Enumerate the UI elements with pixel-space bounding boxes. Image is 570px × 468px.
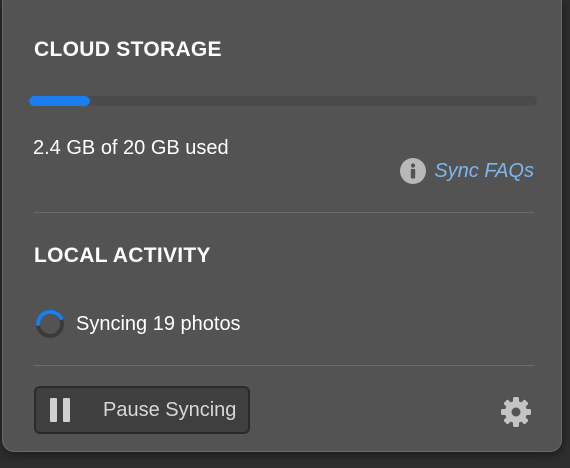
sync-status-popover: CLOUD STORAGE 2.4 GB of 20 GB used Sync … [2, 0, 562, 452]
sync-status-row: Syncing 19 photos [34, 308, 241, 340]
sync-faqs-link[interactable]: Sync FAQs [400, 158, 534, 184]
settings-gear-button[interactable] [499, 395, 533, 429]
storage-progress-fill [29, 96, 90, 106]
info-icon [400, 158, 427, 184]
cloud-storage-title: CLOUD STORAGE [34, 38, 222, 61]
footer-divider [34, 365, 534, 366]
sync-status-text: Syncing 19 photos [76, 312, 241, 335]
pause-syncing-label: Pause Syncing [103, 398, 237, 421]
local-activity-title: LOCAL ACTIVITY [34, 244, 211, 267]
sync-faqs-label: Sync FAQs [434, 159, 534, 182]
pause-icon [48, 397, 72, 423]
storage-usage-text: 2.4 GB of 20 GB used [33, 137, 229, 159]
spinner-icon [34, 308, 66, 340]
pause-syncing-button[interactable]: Pause Syncing [34, 386, 250, 434]
gear-icon [499, 397, 533, 433]
section-divider [34, 212, 534, 213]
storage-progress-bar [29, 96, 537, 106]
